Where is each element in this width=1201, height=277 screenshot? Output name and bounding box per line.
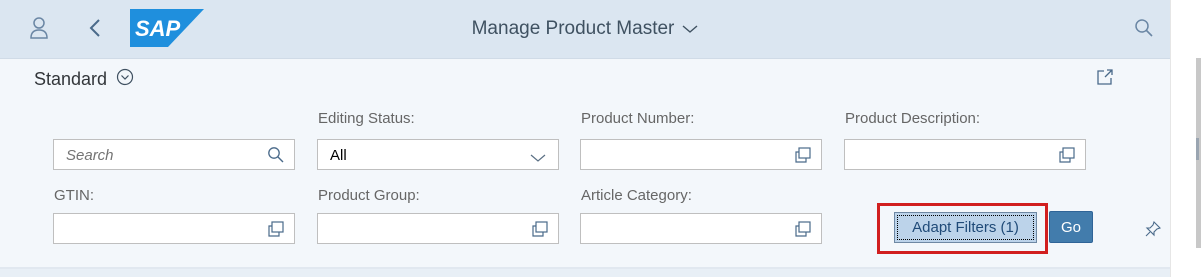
product-group-field[interactable] [317,213,559,244]
gtin-label: GTIN: [54,187,94,204]
product-number-label: Product Number: [581,110,695,127]
product-description-field[interactable] [844,139,1086,170]
variant-selector[interactable]: Standard [34,67,134,91]
variant-chevron-down-icon [116,68,134,91]
scrollbar-marker [1196,138,1199,160]
share-icon[interactable] [1094,66,1116,88]
value-help-icon[interactable] [794,146,812,169]
product-description-label: Product Description: [845,110,981,127]
shell-header: SAP Manage Product Master [0,0,1170,59]
variant-name: Standard [34,68,108,89]
article-category-field[interactable] [580,213,822,244]
filter-bar-divider [0,267,1170,269]
editing-status-label: Editing Status: [318,110,415,127]
search-field-icon[interactable] [267,146,285,169]
search-icon[interactable] [1131,15,1157,41]
title-chevron-down-icon [682,18,698,40]
value-help-icon[interactable] [531,220,549,243]
pin-icon[interactable] [1142,218,1164,240]
app-shell: SAP Manage Product Master Standard Editi… [0,0,1170,277]
editing-status-value: All [330,147,347,164]
chevron-down-icon[interactable] [530,150,546,168]
app-title: Manage Product Master [471,18,675,39]
adapt-filters-button[interactable]: Adapt Filters (1) [894,212,1037,243]
go-button[interactable]: Go [1049,211,1093,243]
search-input[interactable]: Search [53,139,295,170]
gtin-field[interactable] [53,213,295,244]
value-help-icon[interactable] [794,220,812,243]
search-placeholder: Search [66,147,114,164]
editing-status-select[interactable]: All [317,139,559,170]
article-category-label: Article Category: [581,187,692,204]
product-number-field[interactable] [580,139,822,170]
value-help-icon[interactable] [267,220,285,243]
product-group-label: Product Group: [318,187,420,204]
value-help-icon[interactable] [1058,146,1076,169]
app-title-button[interactable]: Manage Product Master [0,0,1170,58]
